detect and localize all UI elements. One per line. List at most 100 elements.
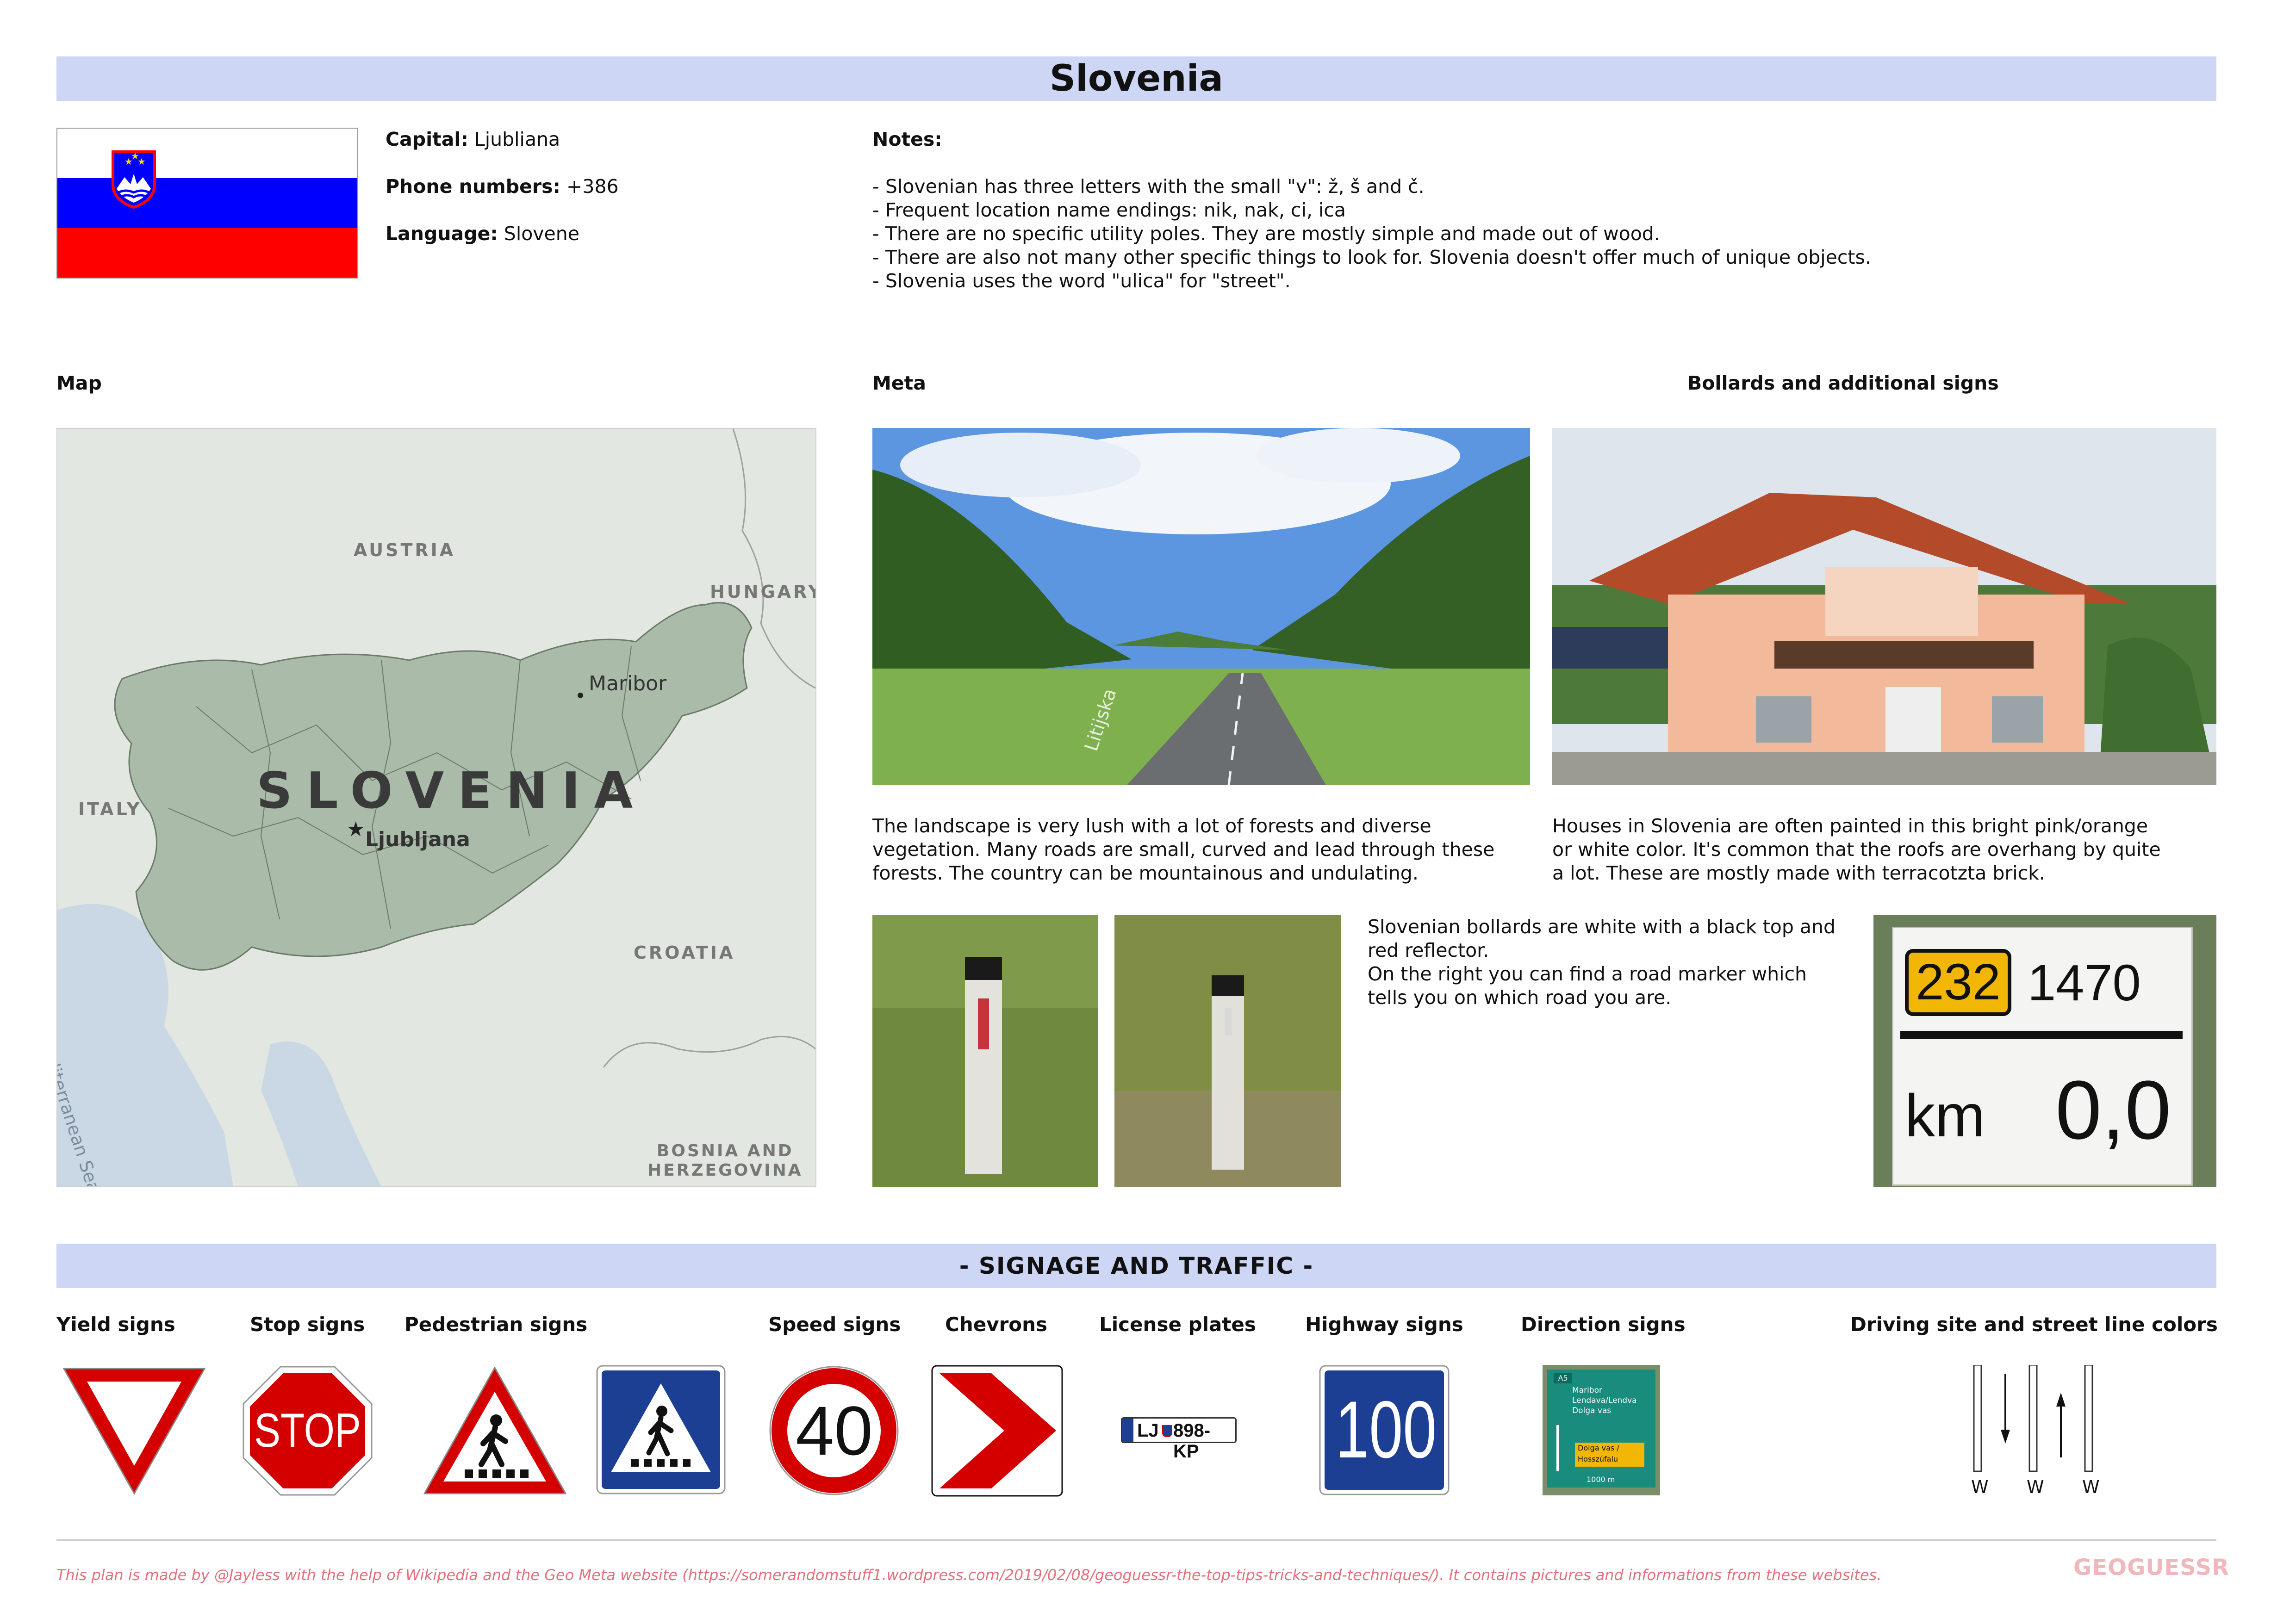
line-color-label: W: [2082, 1477, 2100, 1497]
plate-prefix: LJ: [1137, 1420, 1159, 1441]
direction-lines: Maribor Lendava/Lendva Dolga vas: [1572, 1385, 1637, 1416]
bollard-text-line: Slovenian bollards are white with a blac…: [1368, 916, 1836, 938]
bollard-photo-1: [872, 915, 1098, 1187]
road-chainage: 1470: [2028, 955, 2141, 1011]
chevron-sign: [931, 1365, 1063, 1497]
direction-exit-line: Dolga vas /: [1578, 1444, 1619, 1452]
map-country-label: SLOVENIA: [256, 762, 647, 820]
speed-sign: 40: [768, 1365, 900, 1497]
note-line: - There are no specific utility poles. T…: [872, 223, 1660, 245]
label-highway: Highway signs: [1305, 1313, 1463, 1336]
map-slovenia: SLOVENIA ★ Ljubljana Maribor AUSTRIA HUN…: [56, 428, 816, 1187]
road-number: 232: [1916, 954, 2001, 1010]
map-neighbor-bosnia-line2: HERZEGOVINA: [647, 1161, 803, 1180]
pedestrian-sign-crossing: [596, 1365, 726, 1494]
label-plates: License plates: [1099, 1313, 1256, 1336]
capital-value: Ljubliana: [474, 128, 560, 150]
driving-lines: W W W: [1965, 1364, 2103, 1504]
phone-value: +386: [566, 175, 619, 198]
yield-sign-icon: [62, 1368, 206, 1495]
direction-distance: 1000 m: [1587, 1475, 1615, 1484]
highway-sign: 100: [1319, 1365, 1450, 1495]
license-plate: LJ 898-KP: [1121, 1417, 1237, 1462]
road-landscape-image: [872, 428, 1530, 785]
meta-text-line: forests. The country can be mountainous …: [872, 862, 1419, 884]
capital-label: Capital:: [386, 128, 468, 150]
plate-crest-icon: [1162, 1425, 1172, 1437]
note-line: - Slovenian has three letters with the s…: [872, 175, 1425, 198]
capital-line: Capital: Ljubliana: [386, 128, 560, 151]
flag-image: ★ ★ ★: [57, 129, 357, 278]
label-chevrons: Chevrons: [945, 1313, 1048, 1336]
direction-exit-box: Dolga vas / Hosszúfalu: [1575, 1443, 1644, 1467]
page-title: Slovenia: [1049, 58, 1224, 99]
bollard-image-2: [1114, 915, 1341, 1187]
footer-divider: [56, 1539, 2216, 1541]
direction-line: Maribor: [1572, 1386, 1602, 1395]
house-photo: [1552, 428, 2216, 785]
flag-slovenia: ★ ★ ★: [56, 128, 358, 279]
houses-text-line: a lot. These are mostly made with terrac…: [1552, 862, 2045, 884]
house-image: [1552, 428, 2216, 785]
road-number-box: 232: [1905, 949, 2011, 1016]
map-neighbor-croatia: CROATIA: [634, 942, 735, 963]
bollards-heading: Bollards and additional signs: [1687, 372, 1999, 394]
meta-photo-road: Litijska: [872, 428, 1530, 785]
stop-sign-text: STOP: [254, 1404, 361, 1457]
pedestrian-crossing-icon: [596, 1365, 726, 1494]
note-line: - Slovenia uses the word "ulica" for "st…: [872, 270, 1291, 292]
map-heading: Map: [56, 372, 102, 394]
houses-description: Houses in Slovenia are often painted in …: [1552, 814, 2161, 885]
map-neighbor-italy: ITALY: [78, 799, 142, 819]
map-capital-label: Ljubljana: [365, 828, 470, 851]
map-city-label: Maribor: [589, 672, 667, 695]
map-neighbor-hungary: HUNGARY: [710, 582, 816, 602]
yield-sign: [60, 1365, 208, 1497]
map-neighbor-bosnia: BOSNIA AND HERZEGOVINA: [647, 1141, 803, 1180]
map-neighbor-austria: AUSTRIA: [354, 540, 456, 560]
notes-list: - Slovenian has three letters with the s…: [872, 175, 1871, 293]
signage-heading: - SIGNAGE AND TRAFFIC -: [959, 1252, 1314, 1279]
meta-heading: Meta: [872, 372, 926, 394]
note-line: - There are also not many other specific…: [872, 246, 1871, 268]
speed-sign-value: 40: [796, 1392, 873, 1469]
label-stop: Stop signs: [250, 1313, 365, 1336]
bollard-text-line: tells you on which road you are.: [1368, 986, 1672, 1009]
notes-heading: Notes:: [872, 128, 942, 150]
phone-label: Phone numbers:: [386, 175, 560, 198]
label-speed: Speed signs: [768, 1313, 901, 1336]
bollard-photo-2: [1114, 915, 1341, 1187]
direction-line: Lendava/Lendva: [1572, 1396, 1637, 1405]
note-line: - Frequent location name endings: nik, n…: [872, 199, 1346, 221]
bollard-description: Slovenian bollards are white with a blac…: [1368, 915, 1836, 1010]
meta-text-line: The landscape is very lush with a lot of…: [872, 815, 1431, 837]
map-neighbor-bosnia-line1: BOSNIA AND: [656, 1141, 794, 1160]
map-city-dot: [578, 693, 583, 698]
label-driving: Driving site and street line colors: [1850, 1313, 2218, 1336]
title-banner: Slovenia: [56, 56, 2216, 101]
houses-text-line: Houses in Slovenia are often painted in …: [1552, 815, 2148, 837]
plate-eu-band: [1122, 1419, 1133, 1442]
meta-description: The landscape is very lush with a lot of…: [872, 814, 1494, 885]
signage-banner: - SIGNAGE AND TRAFFIC -: [56, 1244, 2216, 1288]
phone-line: Phone numbers: +386: [386, 175, 619, 198]
plate-number: 898-KP: [1173, 1420, 1211, 1462]
direction-road-badge: A5: [1554, 1373, 1572, 1383]
bollard-text-line: On the right you can find a road marker …: [1368, 963, 1807, 985]
road-marker-photo: 232 1470 km 0,0: [1873, 915, 2216, 1187]
label-yield: Yield signs: [56, 1313, 175, 1336]
bollard-image-1: [872, 915, 1098, 1187]
label-pedestrian: Pedestrian signs: [404, 1313, 588, 1336]
language-line: Language: Slovene: [386, 222, 579, 246]
direction-line: Dolga vas: [1572, 1406, 1612, 1415]
road-marker-rule: [1900, 1031, 2183, 1039]
direction-exit-line: Hosszúfalu: [1578, 1455, 1618, 1463]
language-value: Slovene: [504, 223, 579, 245]
pedestrian-sign-warning: [422, 1365, 568, 1497]
chevron-right-icon: [931, 1365, 1063, 1497]
direction-sign: A5 Maribor Lendava/Lendva Dolga vas Dolg…: [1543, 1365, 1660, 1495]
footer-credit: This plan is made by @Jayless with the h…: [56, 1566, 1882, 1584]
geoguessr-logo: GEOGUESSR: [2073, 1555, 2230, 1581]
label-direction: Direction signs: [1521, 1313, 1686, 1336]
stop-sign: STOP: [242, 1365, 373, 1497]
